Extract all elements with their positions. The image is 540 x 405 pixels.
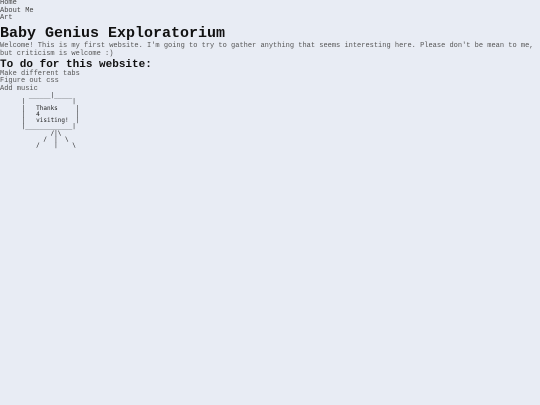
thanks-sign-ascii-art: ______|_____ | | | Thanks | | 4 | | visi… [21, 92, 80, 150]
nav-link-art[interactable]: Art [0, 14, 540, 23]
intro-paragraph: Welcome! This is my first website. I'm g… [0, 41, 534, 58]
todo-item: Make different tabs [0, 69, 80, 78]
todo-item: Add music [0, 84, 38, 93]
page: Home About Me Art Baby Genius Explorator… [0, 0, 540, 405]
nav-menu: Home About Me Art [0, 0, 540, 23]
page-title: Baby Genius Exploratorium [0, 24, 226, 42]
todo-item: Figure out css [0, 77, 59, 85]
todo-heading: To do for this website: [0, 58, 152, 71]
nav-link-home[interactable]: Home [0, 0, 540, 8]
todo-list: Make different tabs Figure out css Add m… [0, 69, 540, 94]
nav-link-about-me[interactable]: About Me [0, 7, 540, 16]
